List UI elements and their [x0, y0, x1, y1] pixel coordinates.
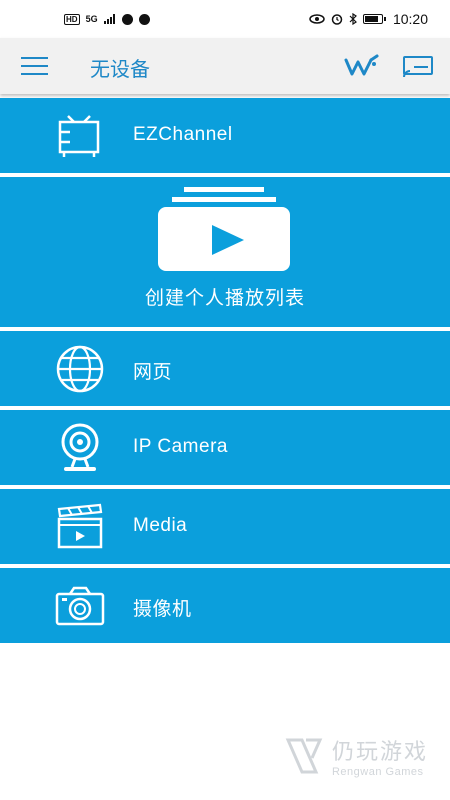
menu-item-label: 创建个人播放列表 [144, 288, 305, 309]
menu-item-ip-camera[interactable]: IP Camera [0, 410, 450, 485]
watermark: 仍玩游戏 Rengwan Games [282, 734, 428, 778]
status-right: 10:20 [309, 11, 428, 27]
notification-icon [121, 13, 133, 25]
tv-icon [58, 115, 100, 157]
menu-item-web[interactable]: 网页 [0, 331, 450, 406]
bluetooth-icon [349, 13, 357, 25]
wifi-settings-icon[interactable] [344, 54, 380, 80]
watermark-text: 仍玩游戏 [331, 739, 428, 764]
playlist-icon [158, 187, 290, 271]
menu-item-label: EZChannel [133, 124, 233, 145]
hd-badge: HD [64, 13, 80, 25]
alarm-icon [331, 14, 343, 25]
menu-item-media[interactable]: Media [0, 489, 450, 564]
globe-icon [56, 345, 104, 393]
page-title: 无设备 [90, 59, 150, 81]
app-notification-icon [138, 13, 150, 25]
clock: 10:20 [392, 11, 428, 27]
menu-item-label: 摄像机 [133, 599, 192, 620]
signal-icon [103, 14, 115, 24]
menu-item-camera[interactable]: 摄像机 [0, 568, 450, 643]
camera-icon [55, 586, 105, 626]
cast-screen-icon[interactable] [400, 54, 436, 80]
menu-item-label: Media [133, 515, 188, 536]
webcam-icon [61, 423, 99, 471]
status-left: HD 5G [64, 13, 150, 25]
menu-item-create-playlist[interactable]: 创建个人播放列表 [0, 177, 450, 327]
status-bar: HD 5G 10:20 [0, 0, 450, 38]
watermark-subtext: Rengwan Games [331, 766, 424, 778]
channel-list: EZChannel 创建个人播放列表 网页 IP Camera Media 摄像… [0, 98, 450, 647]
menu-item-label: IP Camera [133, 436, 228, 457]
watermark-logo-icon [285, 738, 323, 774]
menu-item-label: 网页 [133, 362, 173, 383]
clapperboard-icon [57, 503, 103, 549]
menu-item-ezchannel[interactable]: EZChannel [0, 98, 450, 173]
battery-icon [362, 14, 386, 24]
eye-icon [309, 14, 325, 24]
menu-icon[interactable] [21, 57, 48, 75]
app-bar: 无设备 [0, 38, 450, 94]
network-label: 5G [85, 14, 98, 24]
